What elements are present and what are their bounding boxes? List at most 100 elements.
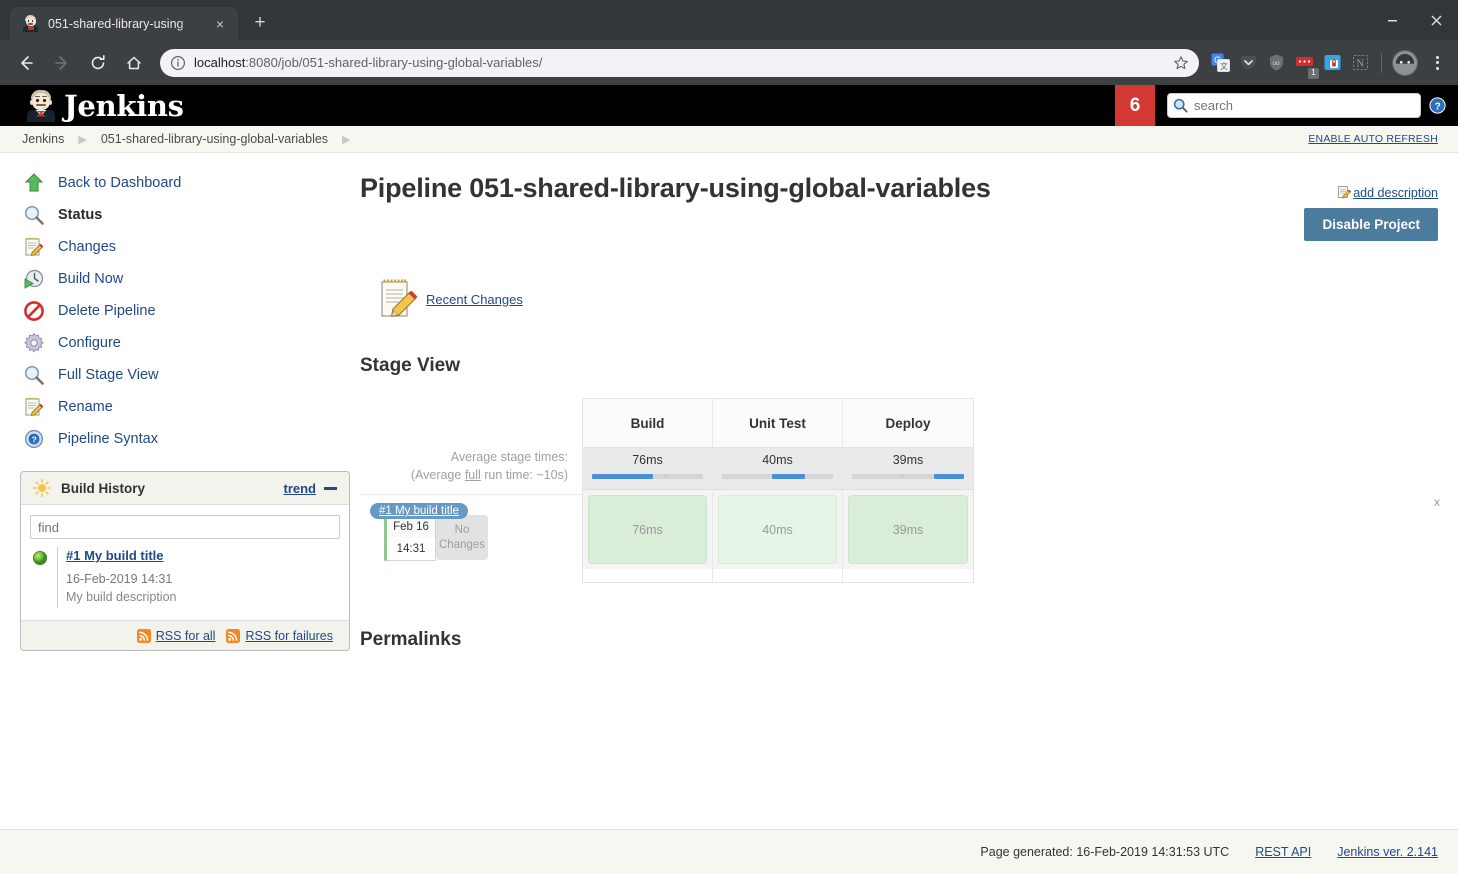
new-tab-button[interactable]: + — [246, 9, 274, 37]
sidebar-item-rename[interactable]: Rename — [0, 391, 360, 423]
stage-header[interactable]: Deploy — [843, 399, 973, 448]
no-changes-box: No Changes — [436, 515, 488, 560]
build-title-pill[interactable]: #1 My build title — [370, 503, 468, 519]
stage-header[interactable]: Build — [583, 399, 712, 448]
up-arrow-icon — [22, 171, 46, 195]
build-history-item[interactable]: #1 My build title 16-Feb-2019 14:31 My b… — [21, 547, 349, 608]
sidebar-item-changes[interactable]: Changes — [0, 231, 360, 263]
stage-view-heading: Stage View — [360, 355, 460, 376]
back-arrow-icon[interactable] — [11, 48, 41, 78]
page-generated-text: Page generated: 16-Feb-2019 14:31:53 UTC — [980, 845, 1230, 859]
forward-arrow-icon[interactable] — [47, 48, 77, 78]
stage-run-cell-wrapper: 76ms — [583, 490, 712, 569]
build-history-footer: RSS for all RSS for failures — [21, 620, 349, 650]
help-icon[interactable]: ? — [1429, 97, 1446, 114]
url-host: localhost — [194, 55, 246, 70]
run-date-box[interactable]: Feb 16 14:31 — [384, 514, 436, 561]
recent-changes-row[interactable]: Recent Changes — [360, 277, 1438, 321]
sidebar: Back to Dashboard Status Changes Build N… — [0, 153, 1440, 651]
stage-average: 76ms — [583, 448, 712, 490]
page-footer: Page generated: 16-Feb-2019 14:31:53 UTC… — [0, 829, 1458, 874]
google-translate-extension-icon[interactable]: G文 — [1207, 50, 1233, 76]
url-path: :8080/job/051-shared-library-using-globa… — [245, 55, 543, 70]
stage-average-time: 40ms — [762, 453, 793, 467]
bookmark-star-icon[interactable] — [1169, 51, 1193, 75]
stage-run-cell[interactable]: 76ms — [588, 495, 707, 564]
stage-header[interactable]: Unit Test — [713, 399, 842, 448]
page-body: Back to Dashboard Status Changes Build N… — [0, 153, 1458, 651]
stage-run-cell[interactable]: 39ms — [848, 495, 968, 564]
profile-avatar-icon[interactable] — [1392, 49, 1418, 76]
reload-icon[interactable] — [83, 48, 113, 78]
sidebar-item-delete-pipeline[interactable]: Delete Pipeline — [0, 295, 360, 327]
build-trend-link[interactable]: trend — [284, 481, 317, 496]
permalinks-heading: Permalinks — [360, 629, 462, 650]
stage-average: 40ms — [713, 448, 842, 490]
rss-for-failures-link[interactable]: RSS for failures — [245, 629, 333, 643]
sidebar-item-status[interactable]: Status — [0, 199, 360, 231]
stage-average-time: 76ms — [632, 453, 663, 467]
notepad-edit-icon — [22, 395, 46, 419]
chrome-menu-icon[interactable] — [1424, 50, 1450, 76]
window-close-icon[interactable] — [1414, 0, 1458, 40]
stage-column-unit-test: Unit Test 40ms 40ms — [713, 399, 843, 582]
help-circle-icon: ? — [22, 427, 46, 451]
sidebar-item-build-now[interactable]: Build Now — [0, 263, 360, 295]
jenkins-header: Jenkins 6 ? — [0, 85, 1458, 126]
sidebar-item-back-to-dashboard[interactable]: Back to Dashboard — [0, 167, 360, 199]
browser-window: 051-shared-library-using × + localhost:8… — [0, 0, 1458, 874]
notepad-edit-icon — [1337, 185, 1352, 200]
avg-line-2: (Average full run time: ~10s) — [360, 466, 568, 484]
sidebar-label: Full Stage View — [58, 367, 159, 383]
browser-tab[interactable]: 051-shared-library-using × — [10, 7, 238, 40]
sidebar-item-pipeline-syntax[interactable]: ? Pipeline Syntax — [0, 423, 360, 455]
breadcrumb-item-jenkins[interactable]: Jenkins — [22, 132, 64, 146]
svg-text:N: N — [1356, 59, 1363, 70]
sidebar-item-configure[interactable]: Configure — [0, 327, 360, 359]
rss-icon — [226, 628, 241, 643]
enable-auto-refresh-link[interactable]: ENABLE AUTO REFRESH — [1308, 133, 1438, 145]
browser-extensions: G文 uo 1 N — [1207, 49, 1450, 79]
notion-extension-icon[interactable]: N — [1347, 50, 1373, 76]
disable-project-button[interactable]: Disable Project — [1304, 208, 1438, 241]
avg-post: run time: ~10s) — [480, 468, 568, 482]
sidebar-item-full-stage-view[interactable]: Full Stage View — [0, 359, 360, 391]
collapse-icon[interactable] — [324, 486, 337, 490]
add-description-link[interactable]: add description — [1353, 186, 1438, 200]
extension-badge-count: 1 — [1308, 67, 1319, 79]
stage-duration-bar — [722, 474, 833, 479]
notepad-edit-icon — [22, 235, 46, 259]
ublock-origin-extension-icon[interactable]: uo — [1263, 50, 1289, 76]
build-link[interactable]: #1 My build title — [66, 548, 164, 563]
jenkins-version-link[interactable]: Jenkins ver. 2.141 — [1337, 845, 1438, 859]
lastpass-extension-icon[interactable] — [1319, 50, 1345, 76]
stage-average: 39ms — [843, 448, 973, 490]
sidebar-label: Rename — [58, 399, 113, 415]
search-input[interactable] — [1167, 93, 1421, 118]
rss-for-all-link[interactable]: RSS for all — [156, 629, 216, 643]
window-minimize-icon[interactable] — [1370, 0, 1414, 40]
sidebar-label: Back to Dashboard — [58, 175, 182, 191]
build-description: My build description — [66, 590, 177, 604]
add-description-wrapper[interactable]: add description — [1337, 185, 1438, 200]
build-run-row-left: No Changes Feb 16 14:31 #1 My build titl… — [360, 494, 582, 583]
breadcrumb-item-job[interactable]: 051-shared-library-using-global-variable… — [101, 132, 328, 146]
address-bar[interactable]: localhost:8080/job/051-shared-library-us… — [160, 48, 1199, 77]
red-extension-icon[interactable]: 1 — [1291, 50, 1319, 79]
jenkins-logo[interactable]: Jenkins — [0, 89, 184, 123]
tab-close-icon[interactable]: × — [210, 14, 230, 34]
build-history-find-input[interactable] — [30, 515, 340, 539]
jenkins-brand-text: Jenkins — [64, 88, 184, 123]
rss-icon — [136, 628, 151, 643]
rest-api-link[interactable]: REST API — [1255, 845, 1311, 859]
play-clock-icon — [22, 267, 46, 291]
pocket-extension-icon[interactable] — [1235, 50, 1261, 76]
sidebar-label: Status — [58, 207, 103, 223]
home-icon[interactable] — [119, 48, 149, 78]
svg-text:?: ? — [1435, 101, 1441, 112]
page-title: Pipeline 051-shared-library-using-global… — [360, 173, 991, 203]
svg-text:uo: uo — [1272, 60, 1280, 67]
notification-badge[interactable]: 6 — [1115, 85, 1155, 126]
recent-changes-link[interactable]: Recent Changes — [426, 292, 523, 307]
stage-run-cell[interactable]: 40ms — [718, 495, 837, 564]
